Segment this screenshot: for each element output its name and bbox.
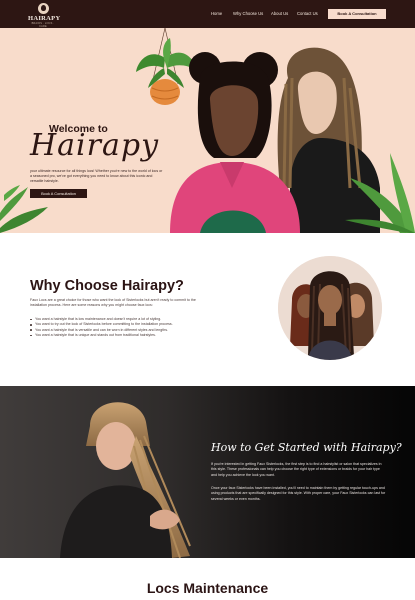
get-started-paragraph-2: Once your faux Sisterlocks have been ins… [211,486,386,501]
book-consultation-nav-button[interactable]: Book A Consultation [328,9,386,19]
why-choose-title: Why Choose Hairapy? [30,278,184,294]
get-started-title: How to Get Started with Hairapy? [211,441,402,454]
women-illustration-circle [278,256,382,360]
women-illustration [278,256,382,360]
locs-maintenance-section: Locs Maintenance [0,558,415,600]
why-choose-section: Why Choose Hairapy? Faux Locs are a grea… [0,233,415,386]
nav-item-contact-us[interactable]: Contact Us [297,11,318,16]
hairapy-logo[interactable]: HAIRAPY BRAIDS · LOCS · CARE [28,3,61,28]
get-started-paragraph-1: If you're interested in getting Faux Sis… [211,462,382,477]
hero-description: your ultimate resource for all things lo… [30,169,163,184]
locs-maintenance-title: Locs Maintenance [146,580,269,596]
woman-with-locs-image [60,402,191,558]
get-started-section: How to Get Started with Hairapy? If you'… [0,386,415,558]
hairapy-logo-icon [37,3,49,14]
hero-brand-title: Hairapy [30,128,160,163]
nav-item-home[interactable]: Home [211,11,222,16]
nav-item-why-choose-us[interactable]: Why Choose Us [233,11,263,16]
why-choose-intro: Faux Locs are a great choice for those w… [30,298,196,308]
nav-item-about-us[interactable]: About Us [271,11,288,16]
list-item: You want a hairstyle that is unique and … [30,333,205,338]
top-navigation-bar: HAIRAPY BRAIDS · LOCS · CARE Home Why Ch… [0,0,415,28]
leaf-icon [345,153,415,233]
logo-text: HAIRAPY [28,15,61,22]
hero-section: Welcome to Hairapy your ultimate resourc… [0,28,415,233]
why-choose-reasons-list: You want a hairstyle that is low mainten… [30,317,205,338]
book-consultation-hero-button[interactable]: Book A Consultation [30,189,87,198]
